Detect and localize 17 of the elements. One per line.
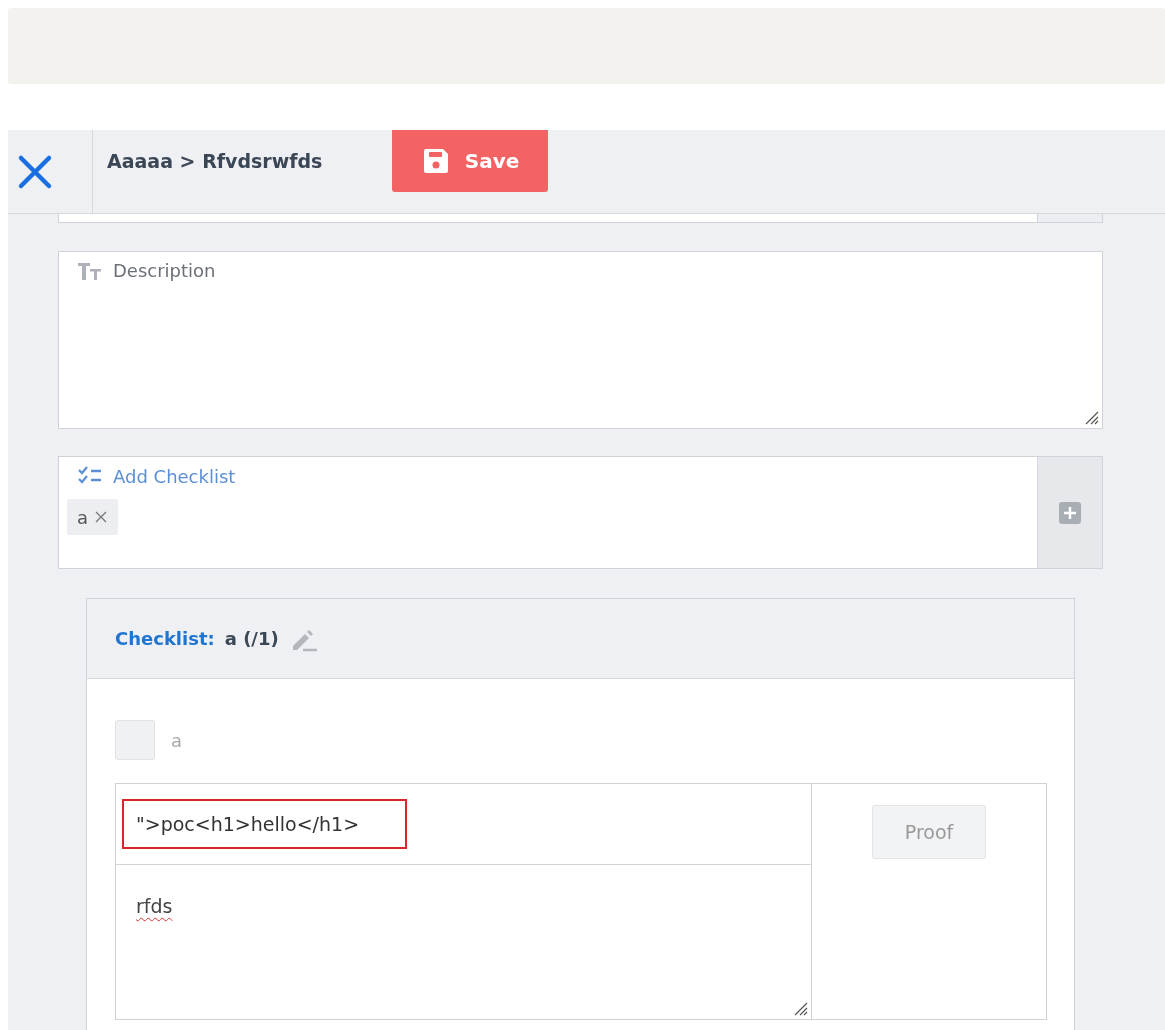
input-field[interactable] — [58, 214, 1103, 223]
item-label: a — [171, 729, 183, 751]
add-checklist-link[interactable]: Add Checklist — [113, 465, 236, 487]
body-field[interactable]: rfds — [116, 865, 811, 1019]
breadcrumb: Aaaaa > Rfvdsrwfds — [107, 150, 323, 172]
save-button[interactable]: Save — [392, 130, 548, 192]
body-text: rfds — [136, 895, 173, 917]
text-size-icon — [77, 260, 103, 281]
tag-label: a — [77, 506, 89, 528]
checklist-name: a (/1) — [224, 628, 279, 649]
description-placeholder: Description — [113, 260, 216, 281]
description-field[interactable]: Description — [58, 251, 1103, 429]
plus-icon — [1059, 501, 1081, 524]
checklist-label: Checklist: — [115, 628, 215, 649]
title-field[interactable]: ">poc<h1>hello</h1> — [122, 799, 407, 849]
remove-icon[interactable] — [94, 510, 109, 524]
checkbox[interactable] — [115, 720, 155, 760]
